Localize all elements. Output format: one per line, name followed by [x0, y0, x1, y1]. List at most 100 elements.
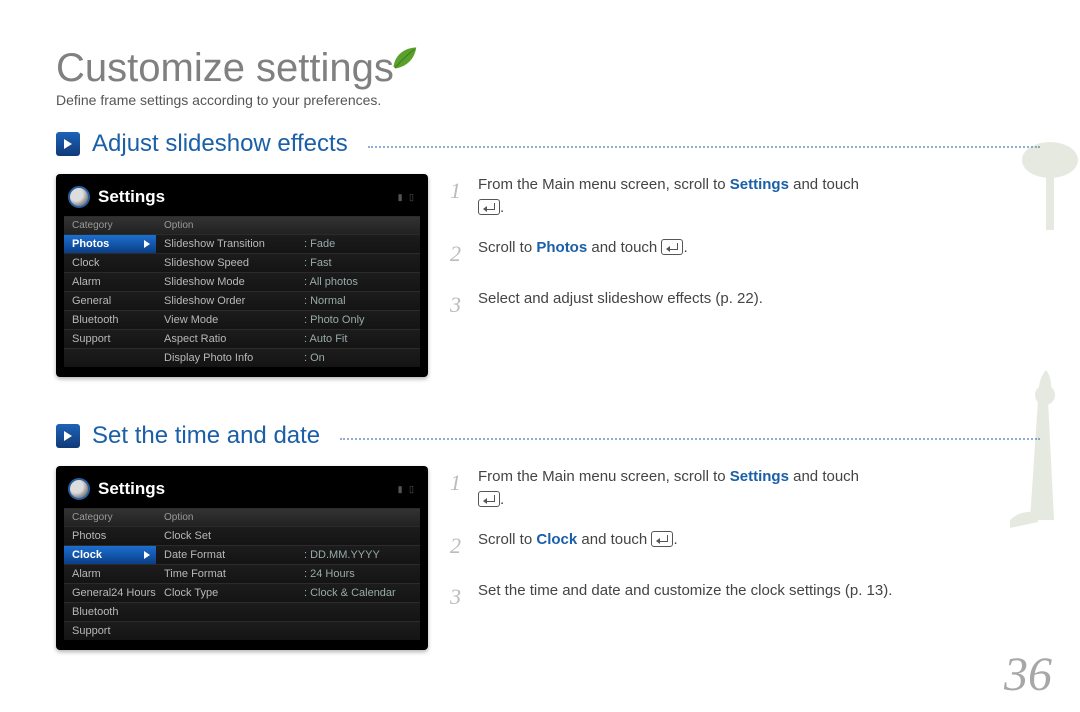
section-bullet-icon — [56, 132, 80, 156]
keyword-settings: Settings — [730, 176, 789, 193]
text: and touch — [577, 531, 651, 548]
option-label[interactable]: Slideshow Speed — [156, 253, 296, 272]
section-slideshow: Adjust slideshow effects Settings ▮ ▯ Ca… — [56, 130, 1040, 377]
text: Scroll to — [478, 531, 536, 548]
divider-dots — [368, 146, 1040, 148]
text: . — [673, 531, 677, 548]
option-value — [296, 526, 420, 545]
option-value: : Fade — [296, 234, 420, 253]
panel-status-icon: ▮ ▯ — [398, 192, 416, 203]
category-general[interactable]: General24 Hours — [64, 583, 156, 602]
section-bullet-icon — [56, 424, 80, 448]
step-text: Scroll to Photos and touch . — [478, 237, 688, 270]
option-label[interactable]: Clock Type — [156, 583, 296, 602]
step-2: 2 Scroll to Clock and touch . — [450, 529, 1040, 562]
section-time-date: Set the time and date Settings ▮ ▯ Categ… — [56, 422, 1040, 650]
text: and touch — [789, 468, 859, 485]
category-photos[interactable]: Photos — [64, 526, 156, 545]
option-value: : Fast — [296, 253, 420, 272]
settings-grid: Category Option Photos Clock Set Clock D… — [64, 508, 420, 640]
col-header-category: Category — [64, 508, 156, 526]
option-label[interactable]: View Mode — [156, 310, 296, 329]
section-title: Set the time and date — [92, 422, 320, 450]
step-1: 1 From the Main menu screen, scroll to S… — [450, 174, 1040, 219]
enter-icon — [651, 531, 673, 547]
step-number: 2 — [450, 237, 468, 270]
step-text: From the Main menu screen, scroll to Set… — [478, 174, 859, 219]
option-value: : DD.MM.YYYY — [296, 545, 420, 564]
text: . — [500, 199, 504, 216]
text: From the Main menu screen, scroll to — [478, 176, 730, 193]
option-label[interactable]: Time Format — [156, 564, 296, 583]
option-label[interactable]: Aspect Ratio — [156, 329, 296, 348]
step-3: 3 Set the time and date and customize th… — [450, 580, 1040, 613]
category-alarm[interactable]: Alarm — [64, 564, 156, 583]
panel-title: Settings — [98, 187, 165, 207]
text: . — [683, 239, 687, 256]
divider-dots — [340, 438, 1040, 440]
option-value — [296, 621, 420, 640]
settings-panel-clock: Settings ▮ ▯ Category Option Photos Cloc… — [56, 466, 428, 650]
option-label[interactable]: Slideshow Order — [156, 291, 296, 310]
page-number: 36 — [1004, 647, 1052, 702]
panel-title: Settings — [98, 479, 165, 499]
option-value: : Normal — [296, 291, 420, 310]
leaf-icon — [390, 44, 418, 72]
step-number: 2 — [450, 529, 468, 562]
settings-grid: Category Option Photos Slideshow Transit… — [64, 216, 420, 367]
gear-icon — [68, 478, 90, 500]
category-photos[interactable]: Photos — [64, 234, 156, 253]
text: and touch — [789, 176, 859, 193]
option-value: : Photo Only — [296, 310, 420, 329]
step-number: 3 — [450, 288, 468, 321]
category-clock[interactable]: Clock — [64, 253, 156, 272]
col-header-category: Category — [64, 216, 156, 234]
category-support[interactable]: Support — [64, 621, 156, 640]
option-value: : 24 Hours — [296, 564, 420, 583]
step-number: 1 — [450, 174, 468, 219]
col-header-option: Option — [156, 508, 296, 526]
text: From the Main menu screen, scroll to — [478, 468, 730, 485]
step-text: Select and adjust slideshow effects (p. … — [478, 288, 763, 321]
steps-clock: 1 From the Main menu screen, scroll to S… — [450, 466, 1040, 650]
option-label — [156, 602, 296, 621]
step-3: 3 Select and adjust slideshow effects (p… — [450, 288, 1040, 321]
gear-icon — [68, 186, 90, 208]
enter-icon — [661, 239, 683, 255]
page-title: Customize settings — [56, 46, 394, 91]
option-value: : Clock & Calendar — [296, 583, 420, 602]
option-value — [296, 602, 420, 621]
enter-icon — [478, 199, 500, 215]
category-general[interactable]: General — [64, 291, 156, 310]
option-label — [156, 621, 296, 640]
category-clock[interactable]: Clock — [64, 545, 156, 564]
option-label[interactable]: Date Format — [156, 545, 296, 564]
settings-panel-photos: Settings ▮ ▯ Category Option Photos Slid… — [56, 174, 428, 377]
keyword-photos: Photos — [536, 239, 587, 256]
col-header-value — [296, 216, 420, 234]
option-label[interactable]: Clock Set — [156, 526, 296, 545]
option-label[interactable]: Display Photo Info — [156, 348, 296, 367]
page-subtitle: Define frame settings according to your … — [56, 92, 381, 108]
text: Scroll to — [478, 239, 536, 256]
step-text: Set the time and date and customize the … — [478, 580, 892, 613]
option-label[interactable]: Slideshow Mode — [156, 272, 296, 291]
section-title: Adjust slideshow effects — [92, 130, 348, 158]
category-bluetooth[interactable]: Bluetooth — [64, 602, 156, 621]
category-alarm[interactable]: Alarm — [64, 272, 156, 291]
keyword-clock: Clock — [536, 531, 577, 548]
option-value: : Auto Fit — [296, 329, 420, 348]
step-2: 2 Scroll to Photos and touch . — [450, 237, 1040, 270]
text: and touch — [587, 239, 661, 256]
step-number: 3 — [450, 580, 468, 613]
option-value: : All photos — [296, 272, 420, 291]
step-number: 1 — [450, 466, 468, 511]
category-bluetooth[interactable]: Bluetooth — [64, 310, 156, 329]
category-empty — [64, 348, 156, 367]
category-support[interactable]: Support — [64, 329, 156, 348]
steps-slideshow: 1 From the Main menu screen, scroll to S… — [450, 174, 1040, 377]
option-label[interactable]: Slideshow Transition — [156, 234, 296, 253]
step-text: Scroll to Clock and touch . — [478, 529, 678, 562]
step-1: 1 From the Main menu screen, scroll to S… — [450, 466, 1040, 511]
enter-icon — [478, 491, 500, 507]
